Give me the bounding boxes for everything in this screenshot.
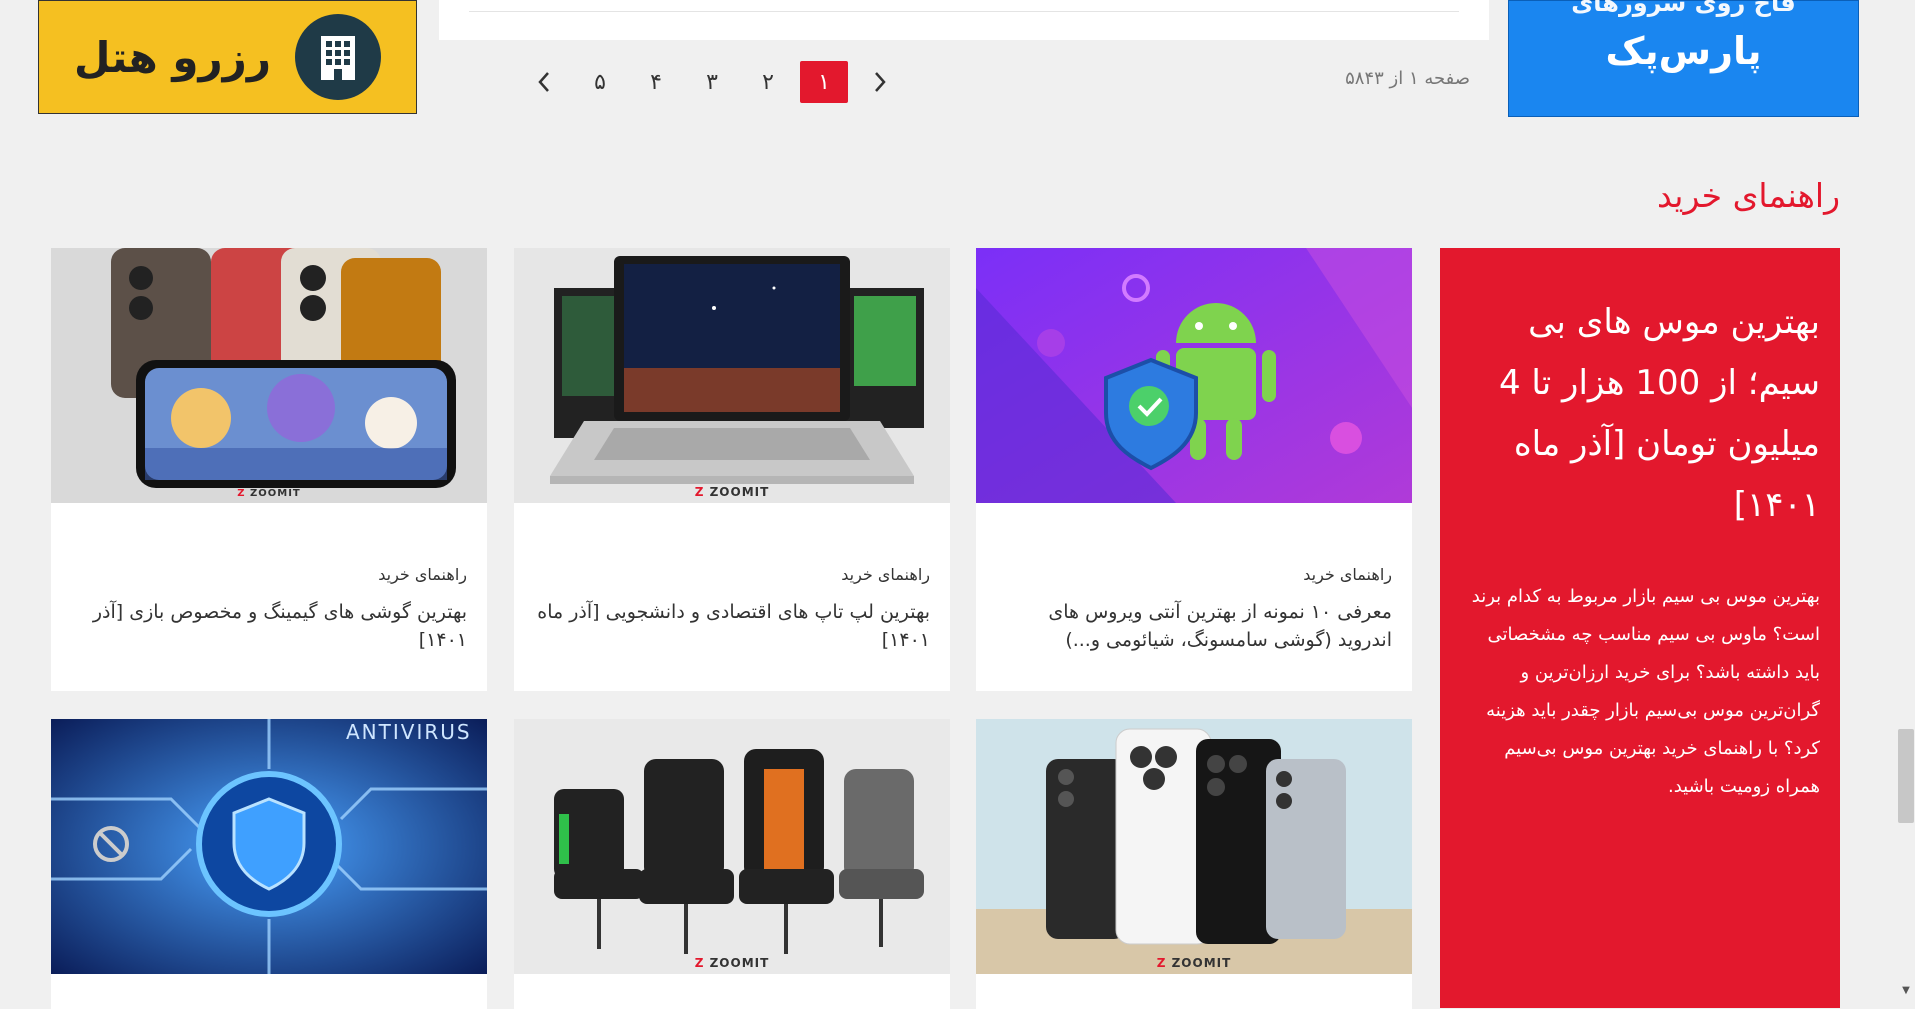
article-card[interactable]: Z ZOOMIT xyxy=(976,719,1412,1009)
zoomit-watermark: Z ZOOMIT xyxy=(694,956,770,970)
article-category[interactable]: راهنمای خرید xyxy=(71,565,467,584)
article-thumbnail[interactable]: Z ZOOMIT xyxy=(51,248,487,503)
zoomit-watermark: Z ZOOMIT xyxy=(237,488,301,499)
page-1-button[interactable]: ۱ xyxy=(800,61,848,103)
section-title[interactable]: راهنمای خرید xyxy=(1500,176,1840,215)
zoomit-watermark: Z ZOOMIT xyxy=(1156,956,1232,970)
scroll-down-arrow-icon[interactable]: ▼ xyxy=(1898,985,1914,1001)
page-4-button[interactable]: ۴ xyxy=(632,61,680,103)
parspack-ad-banner[interactable]: فاح روی سرورهای پارس‌پک xyxy=(1508,0,1859,117)
page-2-button[interactable]: ۲ xyxy=(744,61,792,103)
scrollbar-track[interactable] xyxy=(1897,0,1915,1004)
pagination: ۵ ۴ ۳ ۲ ۱ xyxy=(516,60,908,104)
article-card[interactable]: Z ZOOMIT xyxy=(514,719,950,1009)
parspack-logo-text: پارس‌پک xyxy=(1605,29,1762,73)
featured-description: بهترین موس بی سیم بازار مربوط به کدام بر… xyxy=(1471,586,1820,797)
antivirus-art-text: ANTIVIRUS xyxy=(346,720,472,744)
article-title[interactable]: بهترین گوشی های گیمینگ و مخصوص بازی [آذر… xyxy=(71,598,467,654)
article-card[interactable]: ANTIVIRUS xyxy=(51,719,487,1009)
next-page-button[interactable] xyxy=(520,61,568,103)
hotel-booking-banner[interactable]: رزرو هتل xyxy=(38,0,417,114)
article-title[interactable]: معرفی ۱۰ نمونه از بهترین آنتی ویروس های … xyxy=(996,598,1392,654)
article-thumbnail[interactable]: ANTIVIRUS xyxy=(51,719,487,974)
article-title[interactable]: بهترین لپ تاپ های اقتصادی و دانشجویی [آذ… xyxy=(534,598,930,654)
article-thumbnail[interactable]: Z ZOOMIT xyxy=(514,248,950,503)
article-thumbnail[interactable]: Z ZOOMIT xyxy=(976,719,1412,974)
prev-page-button[interactable] xyxy=(856,61,904,103)
article-card[interactable]: راهنمای خرید معرفی ۱۰ نمونه از بهترین آن… xyxy=(976,248,1412,691)
article-thumbnail[interactable] xyxy=(976,248,1412,503)
zoomit-watermark: Z ZOOMIT xyxy=(694,485,770,499)
article-card[interactable]: Z ZOOMIT راهنمای خرید بهترین لپ تاپ های … xyxy=(514,248,950,691)
chevron-left-icon xyxy=(538,72,549,92)
divider xyxy=(469,11,1459,12)
building-icon xyxy=(295,14,382,100)
post-list-bottom xyxy=(439,0,1489,40)
article-card[interactable]: Z ZOOMIT راهنمای خرید بهترین گوشی های گی… xyxy=(51,248,487,691)
page-count-label: صفحه ۱ از ۵۸۴۳ xyxy=(1345,68,1470,89)
article-category[interactable]: راهنمای خرید xyxy=(996,565,1392,584)
scrollbar-thumb[interactable] xyxy=(1898,729,1914,823)
featured-title[interactable]: بهترین موس های بی سیم؛ از 100 هزار تا 4 … xyxy=(1462,292,1820,536)
hotel-banner-text: رزرو هتل xyxy=(73,32,272,82)
parspack-tagline: فاح روی سرورهای xyxy=(1571,0,1796,17)
page-3-button[interactable]: ۳ xyxy=(688,61,736,103)
featured-article[interactable]: بهترین موس های بی سیم؛ از 100 هزار تا 4 … xyxy=(1440,248,1840,1008)
article-category[interactable]: راهنمای خرید xyxy=(534,565,930,584)
page-5-button[interactable]: ۵ xyxy=(576,61,624,103)
article-thumbnail[interactable]: Z ZOOMIT xyxy=(514,719,950,974)
chevron-right-icon xyxy=(875,72,886,92)
